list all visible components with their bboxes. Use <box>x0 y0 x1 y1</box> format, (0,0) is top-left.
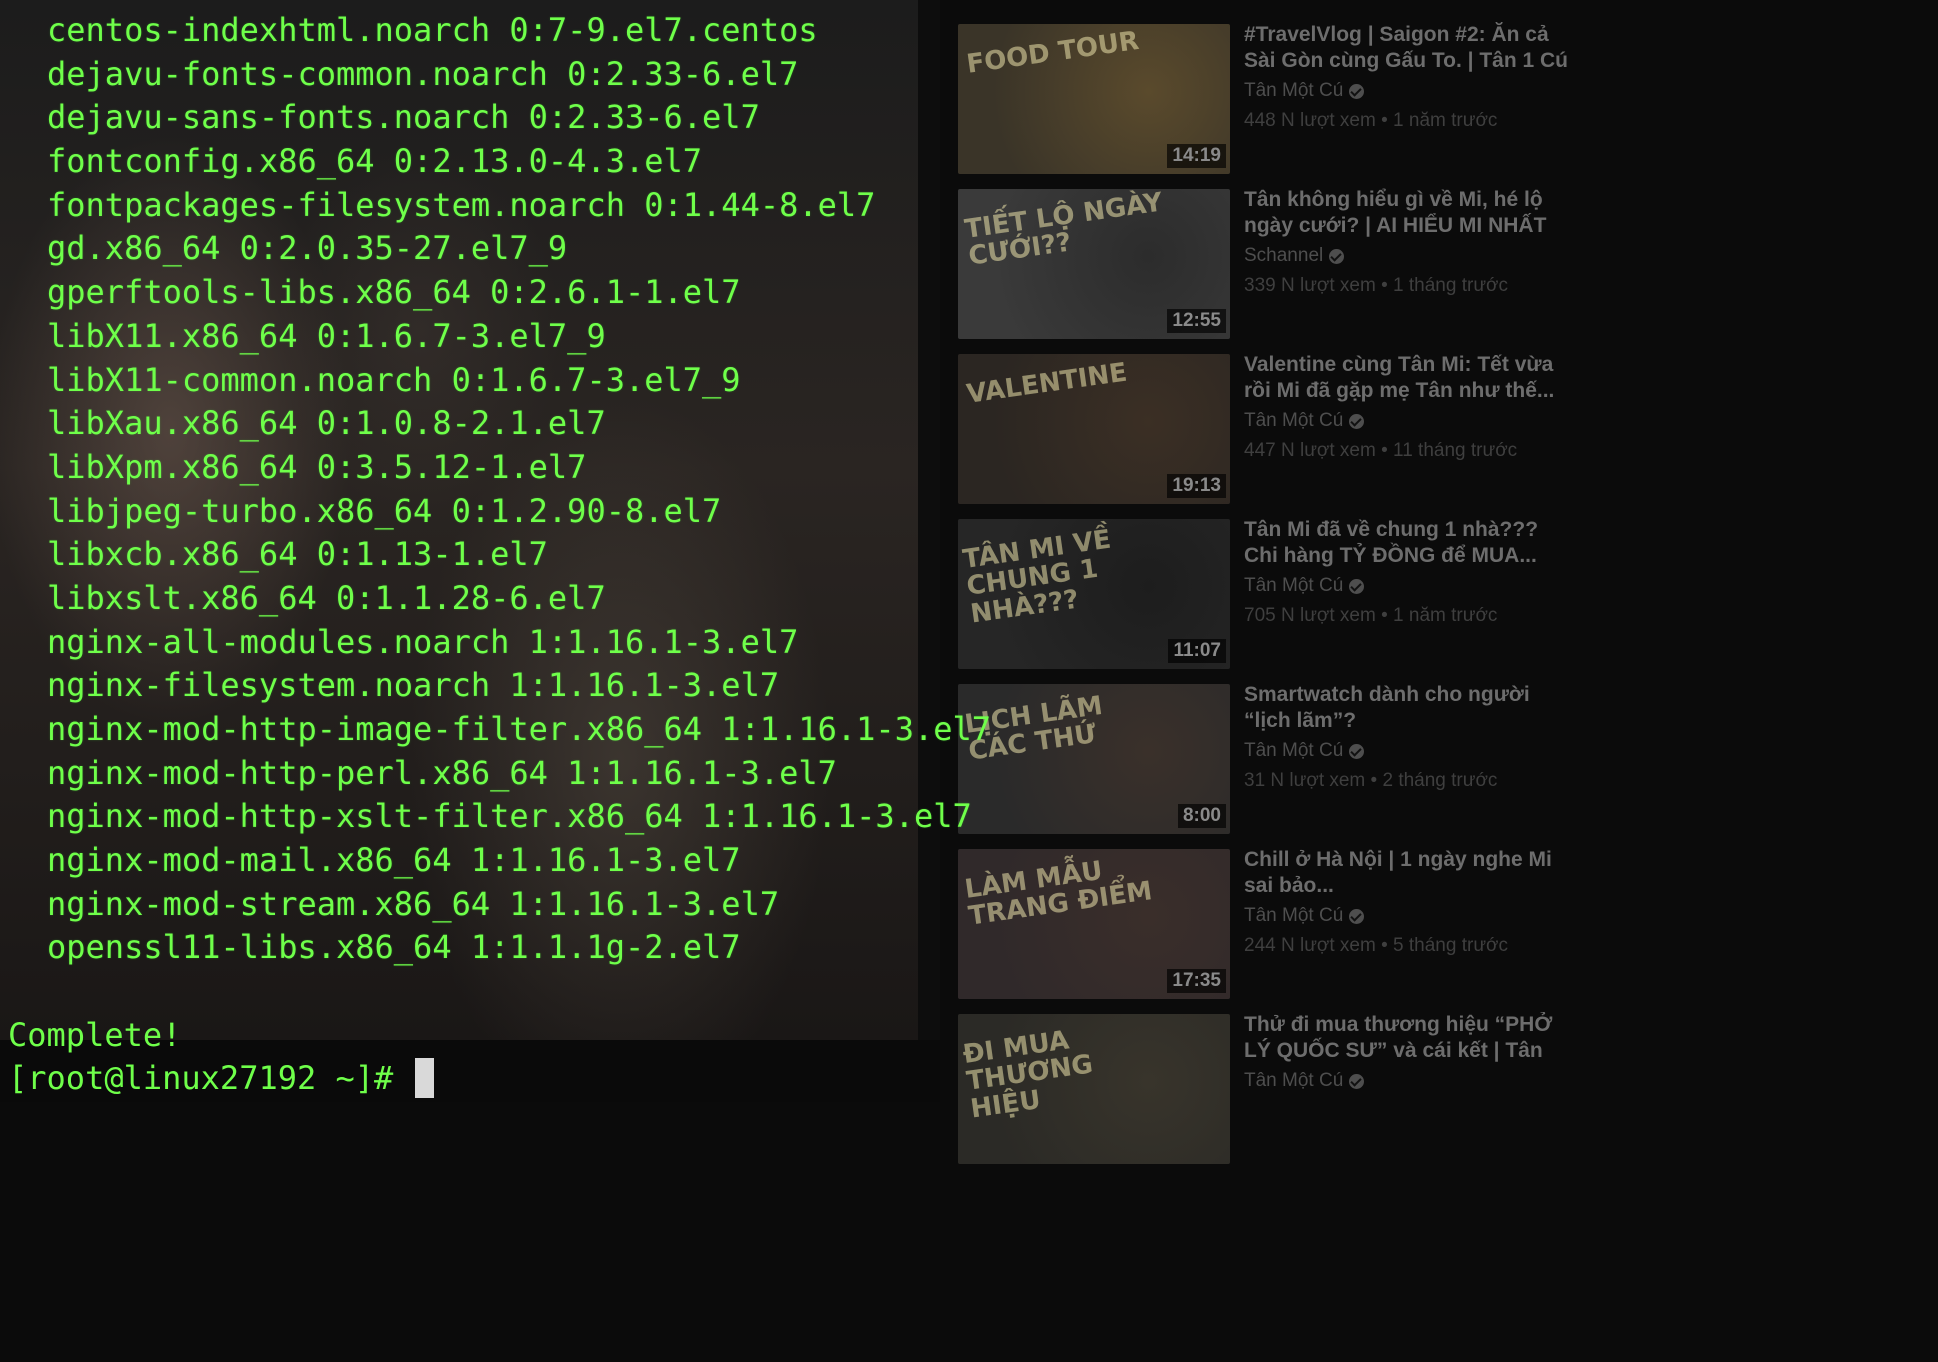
package-line: libX11.x86_64 0:1.6.7-3.el7_9 <box>47 316 606 355</box>
package-line: gperftools-libs.x86_64 0:2.6.1-1.el7 <box>47 273 741 312</box>
package-line: nginx-all-modules.noarch 1:1.16.1-3.el7 <box>47 622 799 661</box>
package-line: centos-indexhtml.noarch 0:7-9.el7.centos <box>47 11 818 49</box>
package-line: libjpeg-turbo.x86_64 0:1.2.90-8.el7 <box>47 491 722 530</box>
package-line: nginx-mod-http-image-filter.x86_64 1:1.1… <box>47 710 992 748</box>
package-line: libxcb.x86_64 0:1.13-1.el7 <box>47 535 548 574</box>
package-line: libXau.x86_64 0:1.0.8-2.1.el7 <box>47 404 606 443</box>
package-line: fontconfig.x86_64 0:2.13.0-4.3.el7 <box>47 142 703 181</box>
status-message: Complete! <box>8 1016 182 1054</box>
package-line: nginx-mod-stream.x86_64 1:1.16.1-3.el7 <box>47 884 780 923</box>
package-line: dejavu-sans-fonts.noarch 0:2.33-6.el7 <box>47 98 760 137</box>
package-line: libxslt.x86_64 0:1.1.28-6.el7 <box>47 578 606 617</box>
package-line: libXpm.x86_64 0:3.5.12-1.el7 <box>47 447 587 486</box>
package-line: nginx-mod-http-perl.x86_64 1:1.16.1-3.el… <box>47 753 837 792</box>
shell-prompt-line[interactable]: [root@linux27192 ~]# <box>8 1056 435 1100</box>
package-line: fontpackages-filesystem.noarch 0:1.44-8.… <box>47 185 876 224</box>
shell-prompt: [root@linux27192 ~]# <box>8 1059 394 1097</box>
package-line: gd.x86_64 0:2.0.35-27.el7_9 <box>47 229 568 268</box>
package-line: dejavu-fonts-common.noarch 0:2.33-6.el7 <box>47 54 799 93</box>
package-line: nginx-mod-http-xslt-filter.x86_64 1:1.16… <box>47 797 972 836</box>
text-cursor <box>415 1058 435 1098</box>
package-line: nginx-filesystem.noarch 1:1.16.1-3.el7 <box>47 666 780 705</box>
installed-packages-list: centos-indexhtml.noarch 0:7-9.el7.centos… <box>47 9 991 970</box>
package-line: libX11-common.noarch 0:1.6.7-3.el7_9 <box>47 360 741 399</box>
terminal-window[interactable]: centos-indexhtml.noarch 0:7-9.el7.centos… <box>0 0 1568 1102</box>
package-line: nginx-mod-mail.x86_64 1:1.16.1-3.el7 <box>47 841 741 880</box>
package-line: openssl11-libs.x86_64 1:1.1.1g-2.el7 <box>47 928 741 967</box>
